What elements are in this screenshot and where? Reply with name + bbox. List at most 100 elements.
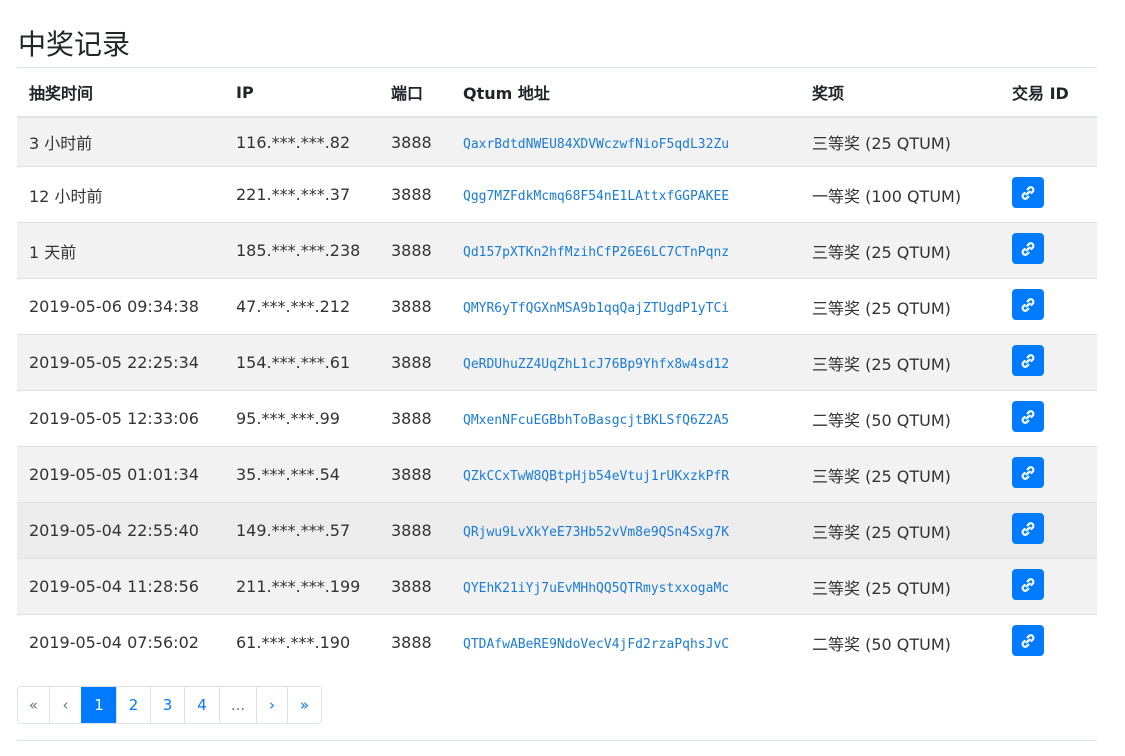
cell-prize: 三等奖 (25 QTUM) xyxy=(800,558,1000,615)
page-item-8[interactable]: » xyxy=(287,687,321,723)
cell-port-text: 3888 xyxy=(391,132,432,152)
cell-prize: 三等奖 (25 QTUM) xyxy=(800,446,1000,503)
page-item-4[interactable]: 3 xyxy=(150,687,184,723)
cell-tx-id xyxy=(1000,334,1097,391)
cell-prize-text: 三等奖 (25 QTUM) xyxy=(812,242,951,262)
page-item-5[interactable]: 4 xyxy=(184,687,219,723)
table-row: 2019-05-04 11:28:56 211.***.***.199 3888 QY… xyxy=(17,558,1097,615)
cell-ip-text: 35.***.***.54 xyxy=(236,465,340,484)
cell-time-text: 2019-05-05 12:33:06 xyxy=(29,409,199,428)
cell-address-text[interactable]: QMYR6yTfQGXnMSA9b1qqQajZTUgdP1yTCi xyxy=(463,301,729,316)
tx-link-button[interactable] xyxy=(1012,457,1044,488)
cell-address: Qgg7MZFdkMcmq68F54nE1LAttxfGGPAKEE xyxy=(451,166,800,223)
table-row: 3 小时前 116.***.***.82 3888 QaxrBdtdNWEU84XDV… xyxy=(17,116,1097,167)
page-item-6[interactable]: ... xyxy=(219,687,256,723)
cell-ip: 95.***.***.99 xyxy=(224,390,379,447)
cell-time: 2019-05-05 22:25:34 xyxy=(17,334,224,391)
cell-tx-id xyxy=(1000,446,1097,503)
cell-prize-text: 二等奖 (50 QTUM) xyxy=(812,634,951,654)
cell-prize: 三等奖 (25 QTUM) xyxy=(800,222,1000,279)
cell-port-text: 3888 xyxy=(391,465,432,484)
cell-prize-text: 三等奖 (25 QTUM) xyxy=(812,466,951,486)
cell-prize-text: 二等奖 (50 QTUM) xyxy=(812,410,951,430)
cell-port: 3888 xyxy=(379,334,451,391)
page-item-0[interactable]: « xyxy=(18,687,49,723)
tx-link-button[interactable] xyxy=(1012,569,1044,600)
cell-port-text: 3888 xyxy=(391,241,432,260)
page-title: 中奖记录 xyxy=(18,28,131,61)
cell-port: 3888 xyxy=(379,222,451,279)
cell-time-text: 12 小时前 xyxy=(29,186,103,206)
page-item-2[interactable]: 1 xyxy=(81,687,116,723)
table-row: 12 小时前 221.***.***.37 3888 Qgg7MZFdkMcmq68F… xyxy=(17,166,1097,223)
cell-address-text[interactable]: Qgg7MZFdkMcmq68F54nE1LAttxfGGPAKEE xyxy=(463,189,729,204)
cell-time: 2019-05-04 07:56:02 xyxy=(17,614,224,670)
cell-address-text[interactable]: QRjwu9LvXkYeE73Hb52vVm8e9QSn4Sxg7K xyxy=(463,525,729,540)
cell-address: QaxrBdtdNWEU84XDVWczwfNioF5qdL32Zu xyxy=(451,116,800,167)
cell-address: QMYR6yTfQGXnMSA9b1qqQajZTUgdP1yTCi xyxy=(451,278,800,335)
cell-address-text[interactable]: Qd157pXTKn2hfMzihCfP26E6LC7CTnPqnz xyxy=(463,245,729,260)
cell-prize: 三等奖 (25 QTUM) xyxy=(800,116,1000,167)
cell-address: QRjwu9LvXkYeE73Hb52vVm8e9QSn4Sxg7K xyxy=(451,502,800,559)
cell-tx-id xyxy=(1000,390,1097,447)
cell-ip-text: 185.***.***.238 xyxy=(236,241,361,260)
cell-tx-id xyxy=(1000,222,1097,279)
table-row: 2019-05-04 07:56:02 61.***.***.190 3888 QTD… xyxy=(17,614,1097,670)
cell-ip-text: 154.***.***.61 xyxy=(236,353,351,372)
cell-prize-text: 三等奖 (25 QTUM) xyxy=(812,298,951,318)
cell-tx-id xyxy=(1000,116,1097,167)
table-row: 2019-05-05 22:25:34 154.***.***.61 3888 QeR… xyxy=(17,334,1097,391)
cell-address-text[interactable]: QMxenNFcuEGBbhToBasgcjtBKLSfQ6Z2A5 xyxy=(463,413,729,428)
cell-time: 3 小时前 xyxy=(17,116,224,167)
cell-time: 2019-05-04 11:28:56 xyxy=(17,558,224,615)
cell-address-text[interactable]: QYEhK21iYj7uEvMHhQQ5QTRmystxxogaMc xyxy=(463,581,729,596)
tx-link-button[interactable] xyxy=(1012,289,1044,320)
cell-address-text[interactable]: QTDAfwABeRE9NdoVecV4jFd2rzaPqhsJvC xyxy=(463,637,729,652)
cell-time-text: 2019-05-05 01:01:34 xyxy=(29,465,199,484)
page-item-1[interactable]: ‹ xyxy=(49,687,81,723)
header-tx-id: 交易 ID xyxy=(1000,67,1097,118)
cell-tx-id xyxy=(1000,278,1097,335)
cell-port: 3888 xyxy=(379,166,451,223)
header-port: 端口 xyxy=(379,67,451,118)
cell-ip-text: 95.***.***.99 xyxy=(236,409,340,428)
cell-time: 1 天前 xyxy=(17,222,224,279)
cell-ip-text: 221.***.***.37 xyxy=(236,185,351,204)
header-prize: 奖项 xyxy=(800,67,1000,118)
cell-prize: 三等奖 (25 QTUM) xyxy=(800,334,1000,391)
header-ip: IP xyxy=(224,67,379,118)
cell-address: QYEhK21iYj7uEvMHhQQ5QTRmystxxogaMc xyxy=(451,558,800,615)
tx-link-button[interactable] xyxy=(1012,401,1044,432)
tx-link-button[interactable] xyxy=(1012,177,1044,208)
cell-ip: 185.***.***.238 xyxy=(224,222,379,279)
tx-link-button[interactable] xyxy=(1012,233,1044,264)
cell-address: QeRDUhuZZ4UqZhL1cJ76Bp9Yhfx8w4sd12 xyxy=(451,334,800,391)
cell-port-text: 3888 xyxy=(391,297,432,316)
cell-address-text[interactable]: QaxrBdtdNWEU84XDVWczwfNioF5qdL32Zu xyxy=(463,137,729,152)
table-row: 2019-05-06 09:34:38 47.***.***.212 3888 QMY… xyxy=(17,278,1097,335)
cell-address-text[interactable]: QeRDUhuZZ4UqZhL1cJ76Bp9Yhfx8w4sd12 xyxy=(463,357,729,372)
tx-link-button[interactable] xyxy=(1012,345,1044,376)
cell-time-text: 3 小时前 xyxy=(29,134,93,153)
cell-port-text: 3888 xyxy=(391,577,432,596)
page-item-3[interactable]: 2 xyxy=(116,687,150,723)
tx-link-button[interactable] xyxy=(1012,625,1044,656)
pagination: «‹ 1 2 3 4... ›» xyxy=(17,686,322,724)
tx-link-button[interactable] xyxy=(1012,513,1044,544)
cell-address-text[interactable]: QZkCCxTwW8QBtpHjb54eVtuj1rUKxzkPfR xyxy=(463,469,729,484)
cell-ip-text: 211.***.***.199 xyxy=(236,577,361,596)
cell-address: QTDAfwABeRE9NdoVecV4jFd2rzaPqhsJvC xyxy=(451,614,800,670)
page-item-7[interactable]: › xyxy=(256,687,287,723)
divider xyxy=(17,740,1097,741)
cell-prize-text: 一等奖 (100 QTUM) xyxy=(812,186,962,206)
table-row: 2019-05-05 12:33:06 95.***.***.99 3888 QMxe… xyxy=(17,390,1097,447)
cell-ip-text: 149.***.***.57 xyxy=(236,521,351,540)
cell-port: 3888 xyxy=(379,614,451,670)
cell-time: 2019-05-05 01:01:34 xyxy=(17,446,224,503)
cell-prize: 三等奖 (25 QTUM) xyxy=(800,502,1000,559)
cell-port-text: 3888 xyxy=(391,409,432,428)
winners-table: 抽奖时间 IP 端口 Qtum 地址 奖项 交易 ID 3 小时前 116.***… xyxy=(17,67,1097,670)
header-time: 抽奖时间 xyxy=(17,67,224,118)
cell-port: 3888 xyxy=(379,446,451,503)
cell-port: 3888 xyxy=(379,116,451,167)
